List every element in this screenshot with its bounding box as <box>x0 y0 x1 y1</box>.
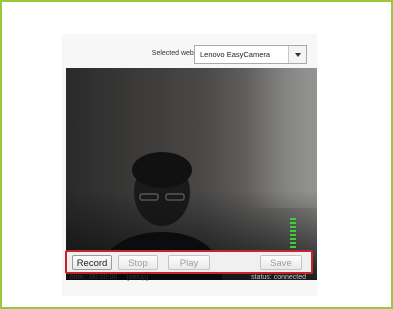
record-button[interactable]: Record <box>72 255 112 270</box>
connection-status: status: connected <box>251 274 306 281</box>
time-value: 00:00:00 <box>90 274 118 281</box>
recorder-controls: Record Stop Play Save <box>65 250 313 274</box>
webcam-select-value: Lenovo EasyCamera <box>200 50 271 59</box>
stop-button[interactable]: Stop <box>118 255 158 270</box>
webcam-select[interactable]: Lenovo EasyCamera <box>194 45 307 64</box>
setup-link[interactable]: [setup] <box>127 274 148 281</box>
page-frame: Selected webcam: Lenovo EasyCamera Recor… <box>2 2 391 307</box>
status-row: time: 00:00:00 [setup] status: connected <box>70 274 306 286</box>
save-button[interactable]: Save <box>260 255 302 270</box>
video-background-light <box>247 68 317 208</box>
play-button[interactable]: Play <box>168 255 210 270</box>
chevron-down-icon[interactable] <box>288 46 306 63</box>
time-label: time: <box>70 274 86 281</box>
webcam-video-preview <box>66 68 317 280</box>
webcam-selector-row: Selected webcam: Lenovo EasyCamera <box>62 45 317 65</box>
